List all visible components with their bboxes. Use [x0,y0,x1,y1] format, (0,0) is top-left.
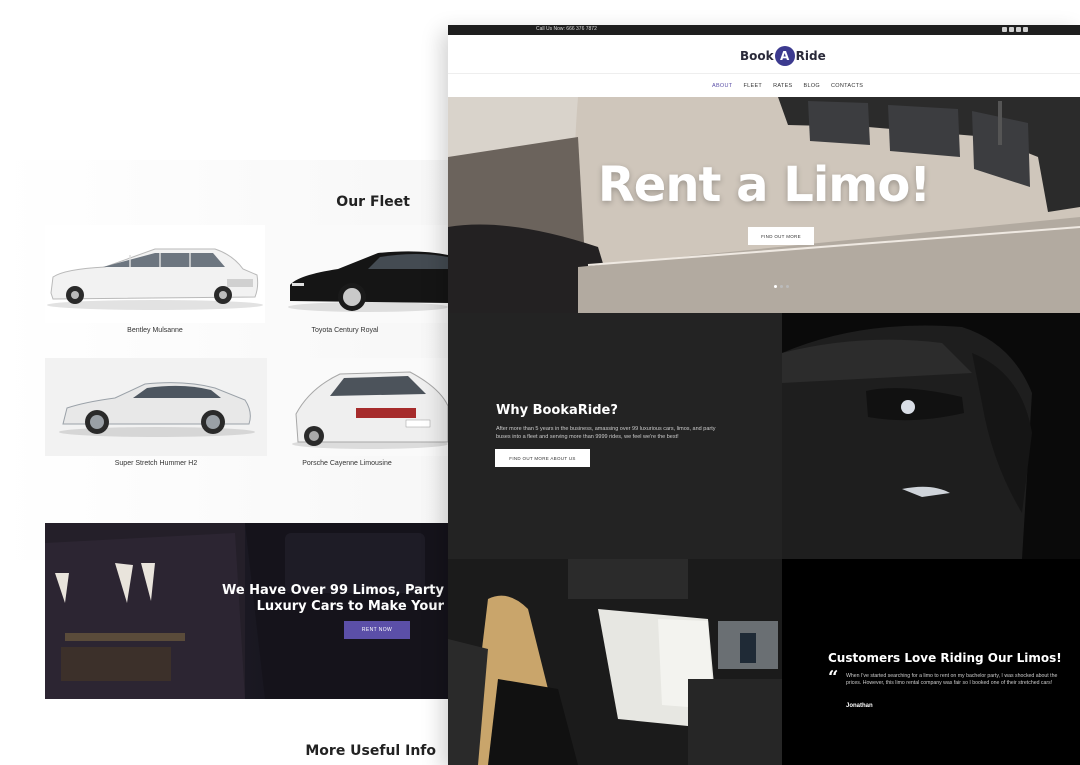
hero-slider: Rent a Limo! FIND OUT MORE [448,97,1080,313]
logo-a-circle: A [774,46,795,66]
why-description: After more than 5 years in the business,… [496,426,716,440]
slider-dots [774,285,789,288]
social-links [1002,27,1028,32]
fleet-car-name: Bentley Mulsanne [127,327,183,334]
limo-passenger-image [448,559,782,765]
reviews-title: Customers Love Riding Our Limos! [828,651,1062,665]
fleet-card[interactable]: Toyota Century Royal [268,225,448,340]
fleet-heading: Our Fleet [336,194,410,210]
reviews-section: Customers Love Riding Our Limos! “ When … [782,559,1080,765]
fleet-car-image [268,225,448,323]
fleet-car-image [45,358,267,456]
nav-item-blog[interactable]: BLOG [804,83,820,89]
top-bar: Call Us Now: 666 376 7872 [448,25,1080,35]
nav-item-rates[interactable]: RATES [773,83,792,89]
why-title: Why BookaRide? [496,403,618,418]
promo-banner: We Have Over 99 Limos, Party Luxury Cars… [45,523,448,699]
site-logo[interactable]: Book A Ride [740,45,826,67]
fleet-card[interactable]: Super Stretch Hummer H2 [45,358,267,473]
header-divider [448,73,1080,74]
quote-icon: “ [828,667,839,688]
rent-now-button[interactable]: RENT NOW [344,621,410,639]
back-page-preview: Our Fleet Bentley Mulsanne Toyota Centur… [0,0,448,765]
facebook-icon[interactable] [1002,27,1007,32]
fleet-car-image [270,358,448,456]
slider-dot[interactable] [774,285,777,288]
nav-item-about[interactable]: ABOUT [712,83,732,89]
front-page-preview: Call Us Now: 666 376 7872 Book A Ride AB… [448,25,1080,765]
promo-headline-line2: Luxury Cars to Make Your [256,599,444,614]
slider-dot[interactable] [780,285,783,288]
logo-text-ride: Ride [795,49,826,63]
main-nav: ABOUT FLEET RATES BLOG CONTACTS [712,83,863,89]
more-info-heading: More Useful Info [305,743,436,759]
fleet-card[interactable]: Porsche Cayenne Limousine [270,358,448,473]
why-section: Why BookaRide? After more than 5 years i… [448,313,782,559]
phone-number: Call Us Now: 666 376 7872 [536,26,597,32]
twitter-icon[interactable] [1009,27,1014,32]
fleet-car-name: Super Stretch Hummer H2 [114,460,198,467]
fleet-card[interactable]: Bentley Mulsanne [45,225,265,340]
review-author: Jonathan [846,703,873,709]
fleet-car-name: Toyota Century Royal [311,327,379,334]
slider-dot[interactable] [786,285,789,288]
find-out-more-button[interactable]: FIND OUT MORE [748,227,814,245]
fleet-car-image [45,225,265,323]
find-out-more-about-us-button[interactable]: FIND OUT MORE ABOUT US [495,449,590,467]
nav-item-contacts[interactable]: CONTACTS [831,83,863,89]
car-headlight-image [782,313,1080,559]
review-quote: When I've started searching for a limo t… [846,673,1058,686]
promo-headline-line1: We Have Over 99 Limos, Party [221,583,444,598]
nav-item-fleet[interactable]: FLEET [743,83,762,89]
youtube-icon[interactable] [1023,27,1028,32]
hero-title: Rent a Limo! [597,157,931,213]
logo-text-book: Book [740,49,774,63]
pinterest-icon[interactable] [1016,27,1021,32]
fleet-car-name: Porsche Cayenne Limousine [302,460,392,467]
